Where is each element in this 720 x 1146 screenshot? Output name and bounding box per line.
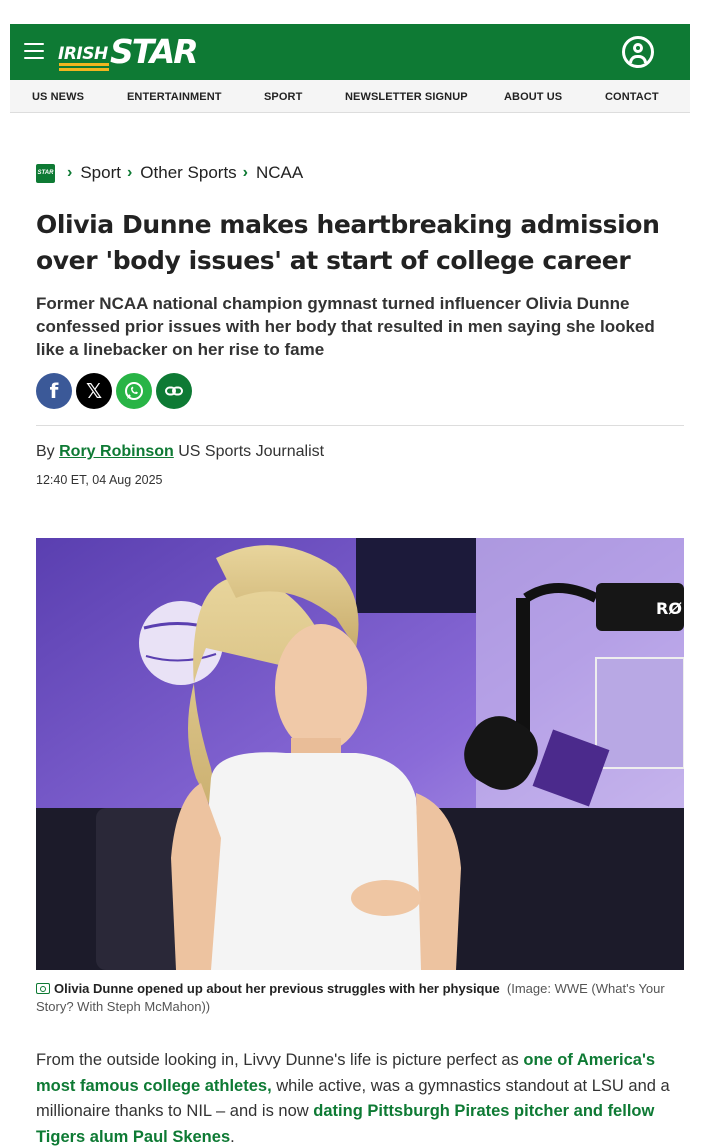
chevron-right-icon: › <box>242 164 248 181</box>
hamburger-menu-icon[interactable] <box>24 43 44 61</box>
whatsapp-icon <box>125 382 143 400</box>
svg-text:RØ: RØ <box>656 599 682 618</box>
image-caption: Olivia Dunne opened up about her previou… <box>36 980 676 1016</box>
publish-timestamp: 12:40 ET, 04 Aug 2025 <box>36 473 163 487</box>
byline: By Rory Robinson US Sports Journalist <box>36 443 324 461</box>
account-icon-head <box>633 43 643 53</box>
article-body-paragraph: From the outside looking in, Livvy Dunne… <box>36 1048 676 1146</box>
nav-newsletter-signup[interactable]: NEWSLETTER SIGNUP <box>345 91 468 103</box>
byline-prefix: By <box>36 443 55 460</box>
hero-photo-illustration: RØ <box>36 538 684 970</box>
breadcrumb: STAR › Sport › Other Sports › NCAA <box>36 162 307 184</box>
breadcrumb-other-sports[interactable]: Other Sports <box>140 163 236 183</box>
body-text: From the outside looking in, Livvy Dunne… <box>36 1051 524 1069</box>
chevron-right-icon: › <box>67 164 73 181</box>
logo-stripe <box>59 63 109 66</box>
copy-link-button[interactable] <box>156 373 192 409</box>
main-nav: US NEWS ENTERTAINMENT SPORT NEWSLETTER S… <box>10 80 690 113</box>
caption-text: Olivia Dunne opened up about her previou… <box>54 981 500 996</box>
chevron-right-icon: › <box>126 164 133 181</box>
link-icon <box>165 386 183 396</box>
hero-image: RØ <box>36 538 684 970</box>
logo-irish-text: IRISH <box>58 44 108 64</box>
breadcrumb-ncaa[interactable]: NCAA <box>256 163 303 183</box>
account-icon-shoulders <box>629 55 647 63</box>
nav-us-news[interactable]: US NEWS <box>32 91 84 103</box>
facebook-icon: f <box>49 379 59 403</box>
nav-entertainment[interactable]: ENTERTAINMENT <box>127 91 222 103</box>
author-link[interactable]: Rory Robinson <box>59 443 174 460</box>
logo-star-text: STAR <box>110 32 199 71</box>
account-icon[interactable] <box>622 36 654 68</box>
nav-about-us[interactable]: ABOUT US <box>504 91 562 103</box>
share-bar: f 𝕏 <box>36 373 192 409</box>
site-header: IRISH STAR <box>10 24 690 80</box>
nav-sport[interactable]: SPORT <box>264 91 302 103</box>
nav-contact[interactable]: CONTACT <box>605 91 659 103</box>
x-share-button[interactable]: 𝕏 <box>76 373 112 409</box>
breadcrumb-home-logo[interactable]: STAR <box>36 163 55 183</box>
logo-stripe <box>59 68 109 71</box>
whatsapp-share-button[interactable] <box>116 373 152 409</box>
breadcrumb-sport[interactable]: Sport <box>80 163 121 183</box>
body-text: . <box>230 1127 235 1146</box>
site-logo[interactable]: IRISH STAR <box>58 30 199 74</box>
article-standfirst: Former NCAA national champion gymnast tu… <box>36 294 655 359</box>
author-role: US Sports Journalist <box>178 443 325 460</box>
divider <box>36 425 684 426</box>
article-headline: Olivia Dunne makes heartbreaking admissi… <box>36 210 660 275</box>
camera-icon <box>36 983 50 994</box>
facebook-share-button[interactable]: f <box>36 373 72 409</box>
x-icon: 𝕏 <box>85 379 103 403</box>
